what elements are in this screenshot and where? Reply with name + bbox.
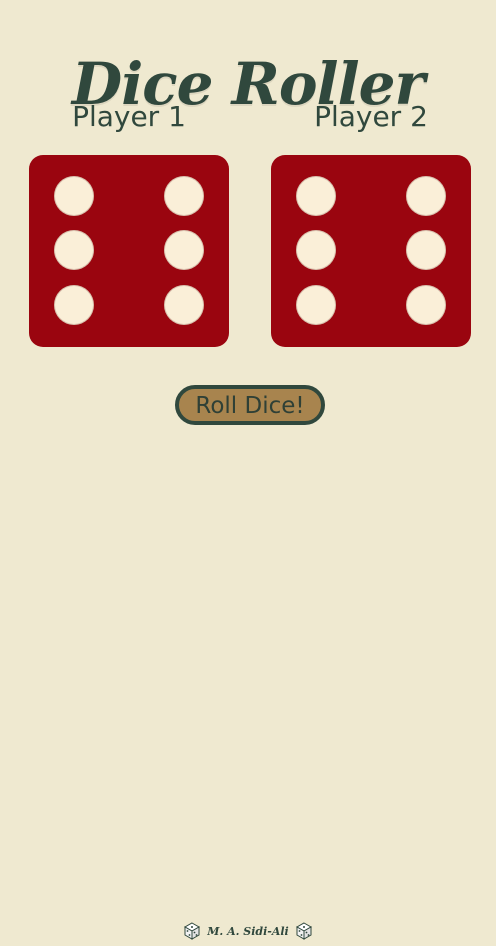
die-pip (164, 176, 204, 216)
player-2-die (271, 155, 471, 347)
die-pip (164, 285, 204, 325)
die-pip (406, 230, 446, 270)
player-1-die (29, 155, 229, 347)
die-pip (54, 176, 94, 216)
die-pip (54, 230, 94, 270)
dice-icon (183, 922, 201, 940)
footer: M. A. Sidi-Ali (0, 920, 496, 942)
die-pip (164, 230, 204, 270)
player-1-label: Player 1 (72, 100, 186, 133)
dice-icon (295, 922, 313, 940)
die-pip (54, 285, 94, 325)
footer-author: M. A. Sidi-Ali (207, 924, 289, 938)
die-pip (296, 230, 336, 270)
die-pip (296, 176, 336, 216)
roll-dice-button[interactable]: Roll Dice! (175, 385, 325, 425)
die-pip (406, 285, 446, 325)
die-pip (406, 176, 446, 216)
player-2-label: Player 2 (314, 100, 428, 133)
die-pip (296, 285, 336, 325)
